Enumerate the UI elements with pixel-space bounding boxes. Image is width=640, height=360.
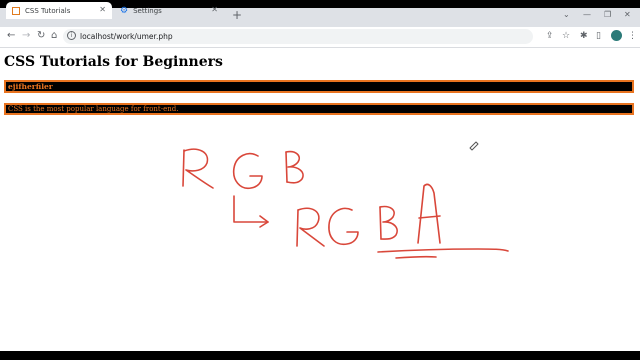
- handwritten-arrow: [233, 195, 269, 228]
- letterbox-bottom: [0, 351, 640, 360]
- handwritten-underline: [377, 248, 509, 259]
- mouse-pointer-icon: [469, 141, 479, 151]
- ink-annotation: [182, 141, 509, 259]
- handwritten-rgb: [182, 148, 304, 190]
- handwritten-rgba: [296, 183, 441, 247]
